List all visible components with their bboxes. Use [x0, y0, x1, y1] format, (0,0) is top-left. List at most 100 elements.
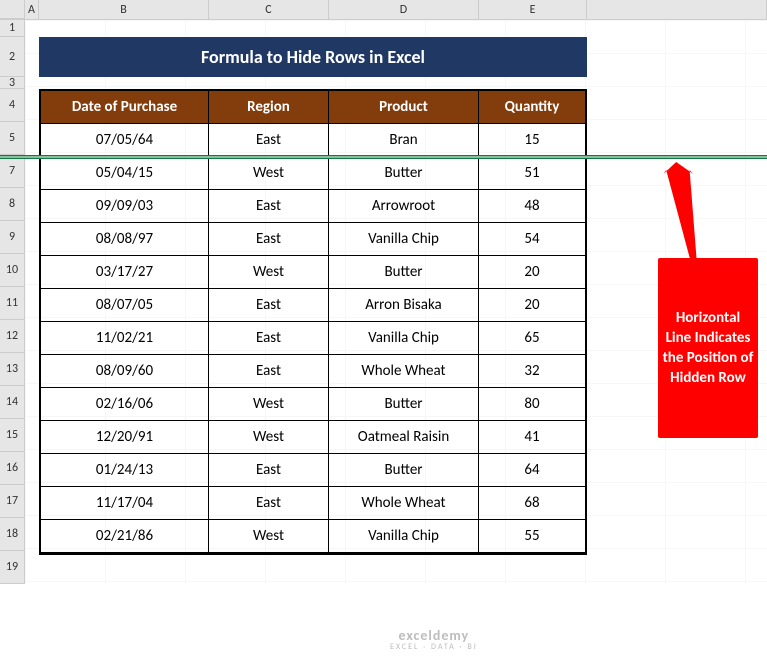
- cell-qty[interactable]: 64: [479, 454, 585, 487]
- column-header-row: A B C D E: [0, 0, 767, 20]
- table-row: 08/07/05 East Arron Bisaka 20: [41, 289, 585, 322]
- select-all-corner[interactable]: [0, 0, 25, 19]
- table-row: 11/02/21 East Vanilla Chip 65: [41, 322, 585, 355]
- annotation-callout: Horizontal Line Indicates the Position o…: [658, 258, 758, 438]
- cell-region[interactable]: East: [209, 454, 329, 487]
- cell-region[interactable]: East: [209, 223, 329, 256]
- cell-date[interactable]: 03/17/27: [41, 256, 209, 289]
- title-text: Formula to Hide Rows in Excel: [201, 46, 425, 68]
- cell-qty[interactable]: 20: [479, 289, 585, 322]
- cell-qty[interactable]: 54: [479, 223, 585, 256]
- cell-qty[interactable]: 41: [479, 421, 585, 454]
- table-row: 03/17/27 West Butter 20: [41, 256, 585, 289]
- cell-region[interactable]: West: [209, 157, 329, 190]
- header-qty[interactable]: Quantity: [479, 91, 585, 124]
- table-row: 11/17/04 East Whole Wheat 68: [41, 487, 585, 520]
- column-header-D[interactable]: D: [329, 0, 479, 19]
- cell-region[interactable]: West: [209, 388, 329, 421]
- cell-qty[interactable]: 80: [479, 388, 585, 421]
- cell-region[interactable]: East: [209, 124, 329, 157]
- cell-qty[interactable]: 51: [479, 157, 585, 190]
- cell-region[interactable]: East: [209, 289, 329, 322]
- cell-qty[interactable]: 55: [479, 520, 585, 553]
- cell-date[interactable]: 07/05/64: [41, 124, 209, 157]
- row-header[interactable]: 17: [0, 485, 24, 518]
- row-header[interactable]: 19: [0, 551, 24, 584]
- row-header[interactable]: 13: [0, 353, 24, 386]
- row-header[interactable]: 11: [0, 287, 24, 320]
- cell-date[interactable]: 02/16/06: [41, 388, 209, 421]
- cell-qty[interactable]: 20: [479, 256, 585, 289]
- cell-product[interactable]: Vanilla Chip: [329, 322, 479, 355]
- row-header[interactable]: 9: [0, 221, 24, 254]
- header-product[interactable]: Product: [329, 91, 479, 124]
- row-header[interactable]: 2: [0, 37, 24, 77]
- cell-date[interactable]: 08/09/60: [41, 355, 209, 388]
- watermark-line1: exceldemy: [390, 628, 478, 643]
- cell-product[interactable]: Oatmeal Raisin: [329, 421, 479, 454]
- cell-date[interactable]: 01/24/13: [41, 454, 209, 487]
- row-header[interactable]: 5: [0, 122, 24, 155]
- row-header[interactable]: 7: [0, 155, 24, 188]
- spreadsheet-view: A B C D E 1 2 3 4 5 7 8 9 10 11 12 13 14…: [0, 0, 767, 662]
- cell-product[interactable]: Butter: [329, 388, 479, 421]
- cell-date[interactable]: 02/21/86: [41, 520, 209, 553]
- cell-date[interactable]: 09/09/03: [41, 190, 209, 223]
- cell-region[interactable]: East: [209, 355, 329, 388]
- cell-region[interactable]: West: [209, 256, 329, 289]
- cell-qty[interactable]: 15: [479, 124, 585, 157]
- hidden-row-indicator: [0, 155, 767, 159]
- cell-product[interactable]: Vanilla Chip: [329, 520, 479, 553]
- column-header-E[interactable]: E: [479, 0, 587, 19]
- cell-product[interactable]: Vanilla Chip: [329, 223, 479, 256]
- table-row: 05/04/15 West Butter 51: [41, 157, 585, 190]
- cell-date[interactable]: 12/20/91: [41, 421, 209, 454]
- cell-region[interactable]: West: [209, 520, 329, 553]
- table-header-row: Date of Purchase Region Product Quantity: [41, 91, 585, 124]
- row-header[interactable]: 10: [0, 254, 24, 287]
- column-header-C[interactable]: C: [209, 0, 329, 19]
- header-region[interactable]: Region: [209, 91, 329, 124]
- cell-product[interactable]: Bran: [329, 124, 479, 157]
- cell-product[interactable]: Butter: [329, 454, 479, 487]
- cell-date[interactable]: 11/02/21: [41, 322, 209, 355]
- cell-product[interactable]: Butter: [329, 256, 479, 289]
- table-row: 07/05/64 East Bran 15: [41, 124, 585, 157]
- cell-region[interactable]: West: [209, 421, 329, 454]
- table-row: 02/21/86 West Vanilla Chip 55: [41, 520, 585, 553]
- cell-qty[interactable]: 65: [479, 322, 585, 355]
- column-header-A[interactable]: A: [25, 0, 39, 19]
- title-merged-cell[interactable]: Formula to Hide Rows in Excel: [39, 37, 587, 77]
- table-row: 02/16/06 West Butter 80: [41, 388, 585, 421]
- cell-qty[interactable]: 48: [479, 190, 585, 223]
- cell-product[interactable]: Butter: [329, 157, 479, 190]
- header-date[interactable]: Date of Purchase: [41, 91, 209, 124]
- cell-qty[interactable]: 32: [479, 355, 585, 388]
- cell-region[interactable]: East: [209, 322, 329, 355]
- row-header[interactable]: 4: [0, 89, 24, 122]
- row-header[interactable]: 12: [0, 320, 24, 353]
- row-header[interactable]: 15: [0, 419, 24, 452]
- cell-date[interactable]: 05/04/15: [41, 157, 209, 190]
- row-header[interactable]: 16: [0, 452, 24, 485]
- row-header[interactable]: 8: [0, 188, 24, 221]
- cell-region[interactable]: East: [209, 190, 329, 223]
- row-header[interactable]: 1: [0, 20, 24, 37]
- cell-date[interactable]: 11/17/04: [41, 487, 209, 520]
- cell-date[interactable]: 08/07/05: [41, 289, 209, 322]
- cell-product[interactable]: Whole Wheat: [329, 355, 479, 388]
- cell-product[interactable]: Whole Wheat: [329, 487, 479, 520]
- table-row: 08/09/60 East Whole Wheat 32: [41, 355, 585, 388]
- watermark: exceldemy EXCEL · DATA · BI: [390, 628, 478, 652]
- table-row: 12/20/91 West Oatmeal Raisin 41: [41, 421, 585, 454]
- row-header[interactable]: 3: [0, 77, 24, 89]
- cell-date[interactable]: 08/08/97: [41, 223, 209, 256]
- column-header-B[interactable]: B: [39, 0, 209, 19]
- cell-qty[interactable]: 68: [479, 487, 585, 520]
- row-header[interactable]: 14: [0, 386, 24, 419]
- row-header[interactable]: 18: [0, 518, 24, 551]
- cell-product[interactable]: Arron Bisaka: [329, 289, 479, 322]
- cell-region[interactable]: East: [209, 487, 329, 520]
- cell-product[interactable]: Arrowroot: [329, 190, 479, 223]
- grid-area[interactable]: Formula to Hide Rows in Excel Date of Pu…: [25, 20, 767, 584]
